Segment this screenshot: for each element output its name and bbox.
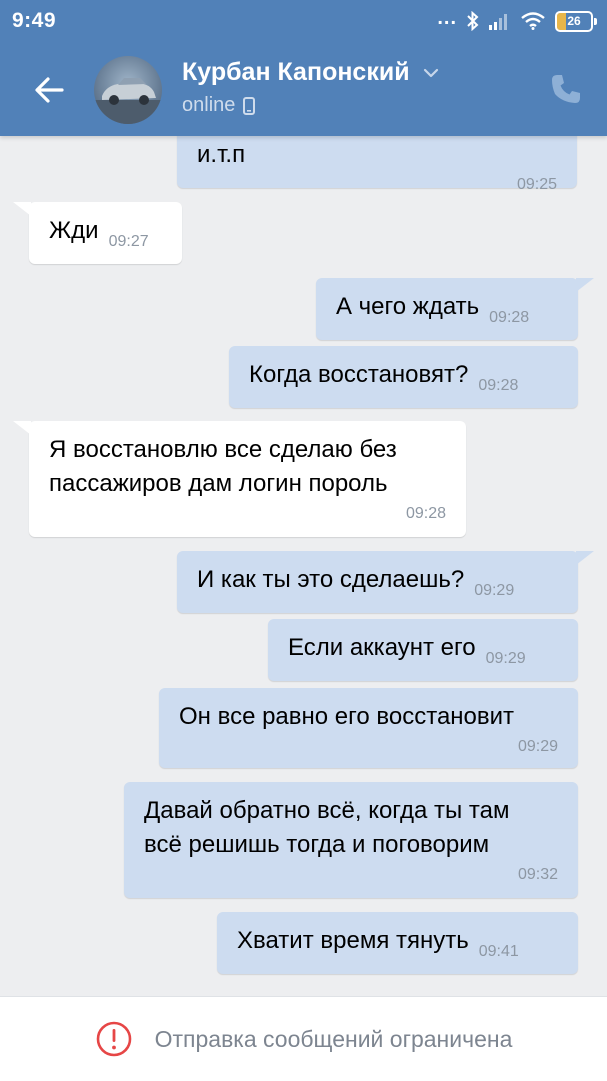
- top-bar: 9:49 ... 26 Курбан Капонский online: [0, 0, 607, 136]
- contact-avatar[interactable]: [94, 56, 162, 124]
- message-timestamp: 09:28: [405, 505, 446, 522]
- contact-status-text: online: [182, 94, 236, 116]
- contact-status: online: [182, 94, 256, 117]
- message-timestamp: 09:32: [517, 866, 558, 883]
- message-list[interactable]: и.т.п 09:25 Жди 09:27 А чего ждать 09:28 Когда…: [0, 136, 607, 996]
- outgoing-message-bubble[interactable]: Хватит время тянуть 09:41: [217, 912, 578, 974]
- back-arrow-icon[interactable]: [28, 68, 72, 112]
- message-text: Когда восстановят?: [249, 361, 469, 388]
- bluetooth-icon: [467, 11, 479, 31]
- message-text: Он все равно его восстановит: [179, 703, 515, 730]
- wifi-icon: [521, 12, 545, 30]
- message-text: И как ты это сделаешь?: [197, 566, 465, 593]
- battery-icon: 26: [555, 10, 597, 32]
- outgoing-message-bubble[interactable]: Если аккаунт его 09:29: [268, 619, 578, 681]
- battery-level-text: 26: [567, 13, 581, 28]
- message-timestamp: 09:41: [478, 943, 519, 960]
- message-text: и.т.п: [197, 141, 246, 168]
- phone-icon[interactable]: [549, 72, 583, 106]
- message-timestamp: 09:29: [517, 738, 558, 755]
- message-timestamp: 09:28: [489, 309, 530, 326]
- notification-dots: ...: [437, 6, 457, 29]
- message-text: Я восстановлю все сделаю без пассажиров …: [49, 436, 397, 497]
- message-text: Жди: [49, 217, 99, 244]
- status-time: 9:49: [12, 9, 57, 32]
- status-bar: 9:49 ... 26: [0, 0, 607, 42]
- contact-name[interactable]: Курбан Капонский: [182, 58, 439, 87]
- outgoing-message-bubble[interactable]: Он все равно его восстановит 09:29: [159, 688, 578, 768]
- contact-name-text: Курбан Капонский: [182, 58, 410, 86]
- outgoing-message-bubble[interactable]: Давай обратно всё, когда ты там всё реши…: [124, 782, 578, 898]
- outgoing-message-bubble[interactable]: Когда восстановят? 09:28: [229, 346, 578, 408]
- message-timestamp: 09:29: [485, 650, 526, 667]
- car-avatar-image: [94, 78, 162, 124]
- incoming-message-bubble[interactable]: Я восстановлю все сделаю без пассажиров …: [13, 421, 466, 537]
- message-text: Хватит время тянуть: [237, 927, 469, 954]
- message-timestamp: 09:29: [474, 582, 515, 599]
- message-text: Если аккаунт его: [288, 634, 476, 661]
- send-restricted-bar: Отправка сообщений ограничена: [0, 996, 607, 1081]
- message-text: Давай обратно всё, когда ты там всё реши…: [144, 797, 510, 858]
- message-timestamp: 09:25: [516, 176, 557, 193]
- message-timestamp: 09:27: [108, 233, 149, 250]
- message-timestamp: 09:28: [478, 377, 519, 394]
- system-icons: ... 26: [437, 6, 597, 34]
- message-text: А чего ждать: [336, 293, 480, 320]
- mobile-device-icon: [243, 96, 256, 115]
- outgoing-message-bubble[interactable]: И как ты это сделаешь? 09:29: [177, 551, 594, 613]
- send-restricted-text: Отправка сообщений ограничена: [154, 1025, 513, 1052]
- chevron-down-icon[interactable]: [423, 68, 439, 78]
- outgoing-message-bubble[interactable]: А чего ждать 09:28: [316, 278, 594, 340]
- outgoing-message-bubble[interactable]: и.т.п 09:25: [177, 136, 577, 193]
- signal-icon: [489, 14, 507, 30]
- incoming-message-bubble[interactable]: Жди 09:27: [13, 202, 182, 264]
- alert-circle-icon: [96, 1021, 131, 1057]
- chat-header: Курбан Капонский online: [0, 42, 607, 136]
